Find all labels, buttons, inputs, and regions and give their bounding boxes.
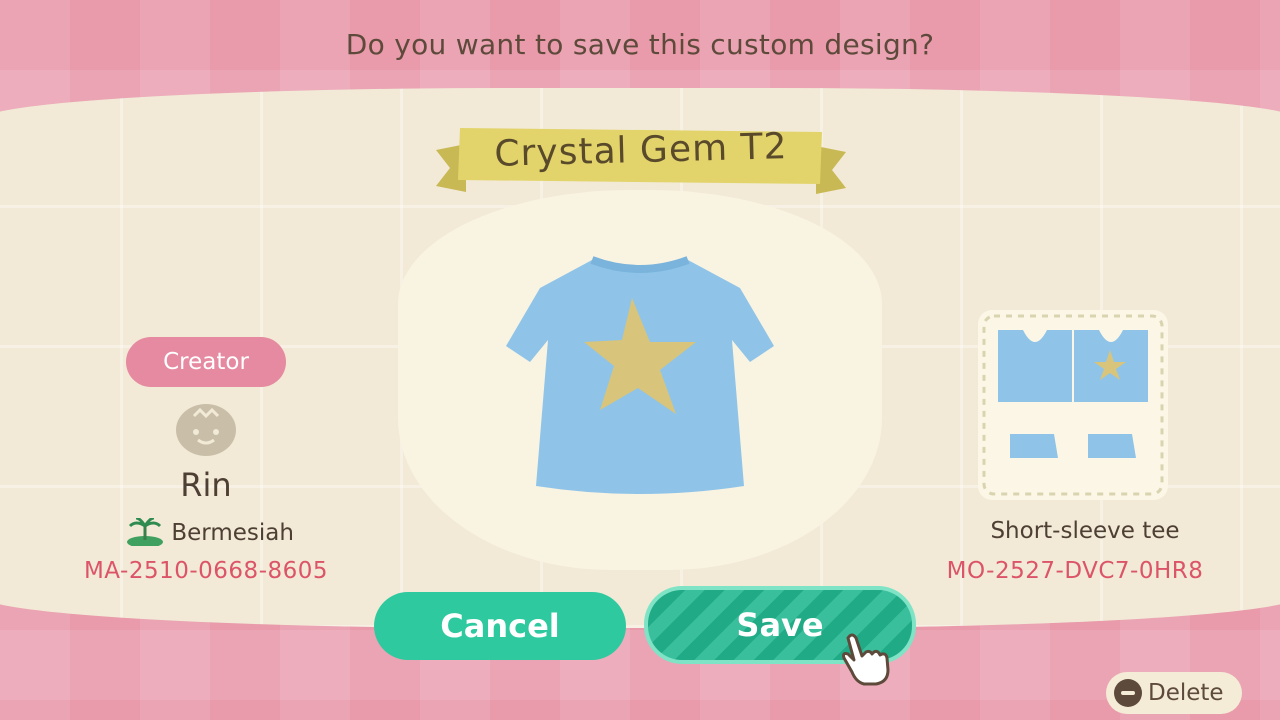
pattern-layout-preview — [978, 310, 1168, 500]
dialog-prompt: Do you want to save this custom design? — [345, 28, 935, 61]
villager-face-icon — [176, 404, 236, 456]
island-palm-icon — [127, 518, 164, 546]
creator-badge: Creator — [126, 337, 286, 387]
delete-hint[interactable]: Delete — [1106, 672, 1242, 714]
delete-label: Delete — [1148, 680, 1224, 706]
creator-id: MA-2510-0668-8605 — [83, 558, 329, 584]
shirt-with-star-icon — [506, 256, 774, 494]
creator-name: Rin — [180, 466, 232, 504]
item-type: Short-sleeve tee — [990, 518, 1180, 544]
minus-button-icon — [1114, 679, 1142, 707]
design-title: Crystal Gem T2 — [493, 126, 788, 175]
hand-pointer-icon — [842, 633, 890, 686]
pattern-layout-icon — [982, 314, 1164, 496]
creator-island: Bermesiah — [100, 518, 320, 546]
design-id: MO-2527-DVC7-0HR8 — [946, 558, 1204, 584]
cancel-button[interactable]: Cancel — [374, 592, 626, 660]
island-name: Bermesiah — [171, 520, 294, 546]
